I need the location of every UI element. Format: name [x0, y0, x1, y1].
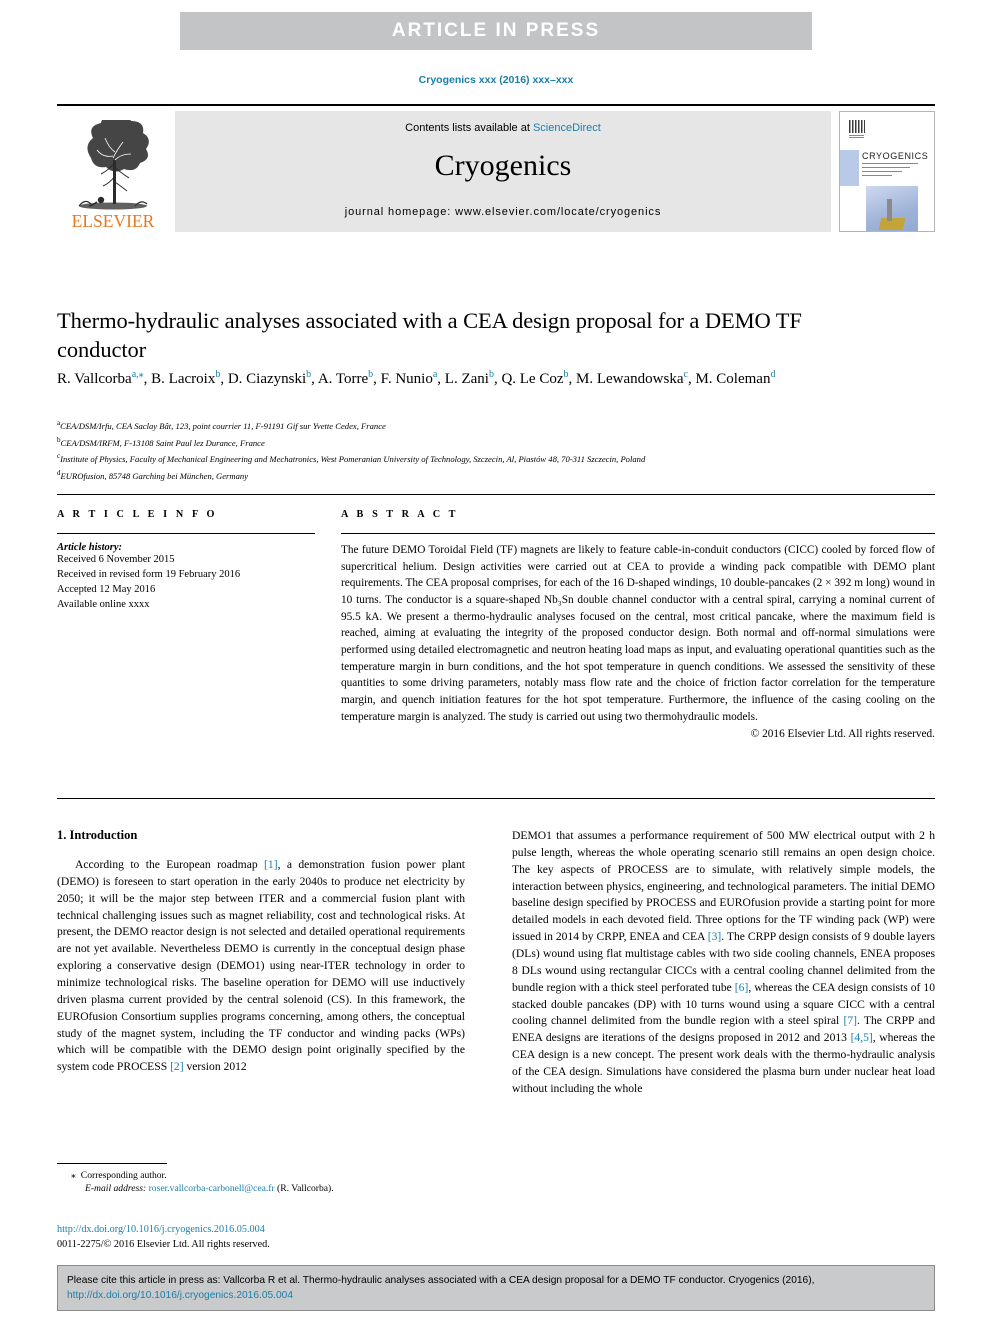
footnote-corresponding-label: Corresponding author. — [80, 1170, 167, 1181]
author-affiliation-marker: b — [215, 369, 221, 380]
intro-paragraph-left: According to the European roadmap [1], a… — [57, 857, 465, 1076]
article-info-column: A R T I C L E I N F O Article history: R… — [57, 495, 315, 798]
corresponding-author-footnote: ⁎ Corresponding author. E-mail address: r… — [57, 1163, 465, 1194]
author-name: F. Nunio — [380, 371, 433, 387]
author-name: R. Vallcorba — [57, 371, 132, 387]
footnote-divider — [57, 1163, 167, 1164]
affiliation-item: dEUROfusion, 85748 Garching bei München,… — [57, 467, 937, 484]
article-in-press-label: ARTICLE IN PRESS — [391, 20, 601, 41]
citation-ref-6[interactable]: [6] — [735, 981, 749, 994]
journal-title: Cryogenics — [434, 149, 572, 182]
body-column-left: 1. Introduction According to the Europea… — [57, 828, 465, 1076]
abstract-column: A B S T R A C T The future DEMO Toroidal… — [341, 495, 935, 798]
author-affiliation-marker: b — [563, 369, 569, 380]
affiliation-item: cInstitute of Physics, Faculty of Mechan… — [57, 450, 937, 467]
abstract-heading: A B S T R A C T — [341, 509, 459, 520]
masthead-center-band: Contents lists available at ScienceDirec… — [175, 111, 831, 232]
affiliation-text: Institute of Physics, Faculty of Mechani… — [60, 454, 646, 465]
author-affiliation-marker: c — [683, 369, 688, 380]
footnote-email-line: E-mail address: roser.vallcorba-carbonel… — [57, 1183, 465, 1194]
footnote-corresponding-line: ⁎ Corresponding author. — [57, 1169, 465, 1183]
article-history-item: Received 6 November 2015 — [57, 554, 175, 565]
citation-ref-2[interactable]: [2] — [170, 1060, 184, 1073]
author-list: R. Vallcorbaa,⁎, B. Lacroixb, D. Ciazyns… — [57, 369, 776, 387]
affiliation-text: CEA/DSM/IRFM, F-13108 Saint Paul lez Dur… — [60, 437, 265, 448]
citation-ref-7[interactable]: [7] — [843, 1014, 857, 1027]
email-owner: (R. Vallcorba). — [274, 1183, 334, 1195]
cover-elsevier-mark-icon — [849, 120, 865, 133]
cover-placeholder-lines — [862, 163, 922, 179]
article-history-label: Article history: — [57, 542, 123, 553]
citation-ref-3[interactable]: [3] — [708, 930, 722, 943]
affiliation-list: aCEA/DSM/Irfu, CEA Saclay Bât, 123, poin… — [57, 417, 937, 484]
author-name: M. Coleman — [695, 371, 771, 387]
right-text-1: DEMO1 that assumes a performance require… — [512, 829, 935, 944]
author-name: L. Zani — [444, 371, 489, 387]
article-history-item: Received in revised form 19 February 201… — [57, 568, 241, 580]
journal-homepage-line[interactable]: journal homepage: www.elsevier.com/locat… — [175, 206, 831, 218]
elsevier-tree-icon — [78, 119, 149, 209]
cover-photo — [866, 186, 918, 231]
cite-this-article-text: Please cite this article in press as: Va… — [67, 1273, 925, 1304]
citation-ref-1[interactable]: [1] — [264, 858, 278, 871]
cover-device-icon — [878, 218, 906, 230]
affiliation-item: bCEA/DSM/IRFM, F-13108 Saint Paul lez Du… — [57, 434, 937, 451]
elsevier-logo: ELSEVIER — [57, 111, 169, 232]
affiliation-item: aCEA/DSM/Irfu, CEA Saclay Bât, 123, poin… — [57, 417, 937, 434]
body-column-right: DEMO1 that assumes a performance require… — [512, 828, 935, 1098]
article-history-lines: Received 6 November 2015 Received in revi… — [57, 553, 315, 613]
elsevier-wordmark: ELSEVIER — [71, 210, 155, 231]
info-abstract-panel: A R T I C L E I N F O Article history: R… — [57, 494, 935, 799]
doi-issn-block: http://dx.doi.org/10.1016/j.cryogenics.2… — [57, 1222, 465, 1253]
cite-this-article-box: Please cite this article in press as: Va… — [57, 1265, 935, 1311]
cite-text-prefix: Please cite this article in press as: Va… — [67, 1275, 815, 1286]
article-in-press-banner: ARTICLE IN PRESS — [180, 12, 812, 50]
affiliation-text: EUROfusion, 85748 Garching bei München, … — [60, 470, 249, 481]
author-name: B. Lacroix — [151, 371, 216, 387]
affiliation-text: CEA/DSM/Irfu, CEA Saclay Bât, 123, point… — [60, 420, 386, 431]
email-address-label: E-mail address: — [85, 1183, 147, 1195]
contents-available-line: Contents lists available at ScienceDirec… — [175, 122, 831, 134]
author-affiliation-marker: b — [368, 369, 374, 380]
doi-link[interactable]: http://dx.doi.org/10.1016/j.cryogenics.2… — [57, 1222, 465, 1237]
author-name: D. Ciazynski — [227, 371, 307, 387]
cover-journal-title: CRYOGENICS — [862, 151, 929, 161]
abstract-divider — [341, 533, 935, 534]
author-affiliation-marker: a — [432, 369, 438, 380]
sciencedirect-link[interactable]: ScienceDirect — [533, 122, 601, 134]
issn-copyright-line: 0011-2275/© 2016 Elsevier Ltd. All right… — [57, 1239, 270, 1251]
author-affiliation-marker: a,⁎ — [131, 369, 144, 380]
abstract-text: The future DEMO Toroidal Field (TF) magn… — [341, 544, 935, 723]
intro-text-2: , a demonstration fusion power plant (DE… — [57, 858, 465, 1074]
journal-reference-line: Cryogenics xxx (2016) xxx–xxx — [418, 74, 574, 86]
footnote-star-marker: ⁎ — [71, 1170, 76, 1181]
author-name: A. Torre — [317, 371, 369, 387]
article-info-divider — [57, 533, 315, 534]
author-name: Q. Le Coz — [501, 371, 564, 387]
panel-gutter — [315, 495, 341, 798]
abstract-copyright: © 2016 Elsevier Ltd. All rights reserved… — [750, 728, 935, 741]
email-address-link[interactable]: roser.vallcorba-carbonell@cea.fr — [149, 1183, 275, 1194]
article-history-item: Available online xxxx — [57, 598, 150, 610]
article-history-item: Accepted 12 May 2016 — [57, 583, 156, 595]
contents-prefix: Contents lists available at — [405, 122, 533, 134]
author-name: M. Lewandowska — [576, 371, 684, 387]
journal-masthead: ELSEVIER Contents lists available at Sci… — [57, 104, 935, 232]
cite-doi-link[interactable]: http://dx.doi.org/10.1016/j.cryogenics.2… — [67, 1290, 293, 1301]
author-affiliation-marker: b — [306, 369, 312, 380]
section-heading-introduction: 1. Introduction — [57, 828, 138, 842]
cover-elsevier-subtext-icon — [849, 135, 864, 138]
author-affiliation-marker: d — [770, 369, 776, 380]
journal-cover-thumbnail: CRYOGENICS — [839, 111, 935, 232]
page-title: Thermo-hydraulic analyses associated wit… — [57, 308, 802, 363]
intro-text-1: According to the European roadmap — [75, 858, 265, 871]
article-info-heading: A R T I C L E I N F O — [57, 509, 218, 520]
citation-ref-4-5[interactable]: [4,5] — [851, 1031, 873, 1044]
intro-text-3: version 2012 — [183, 1060, 247, 1074]
intro-paragraph-right: DEMO1 that assumes a performance require… — [512, 828, 935, 1098]
author-affiliation-marker: b — [488, 369, 494, 380]
cover-device-mast-icon — [887, 199, 892, 221]
cover-blue-band — [840, 150, 859, 186]
